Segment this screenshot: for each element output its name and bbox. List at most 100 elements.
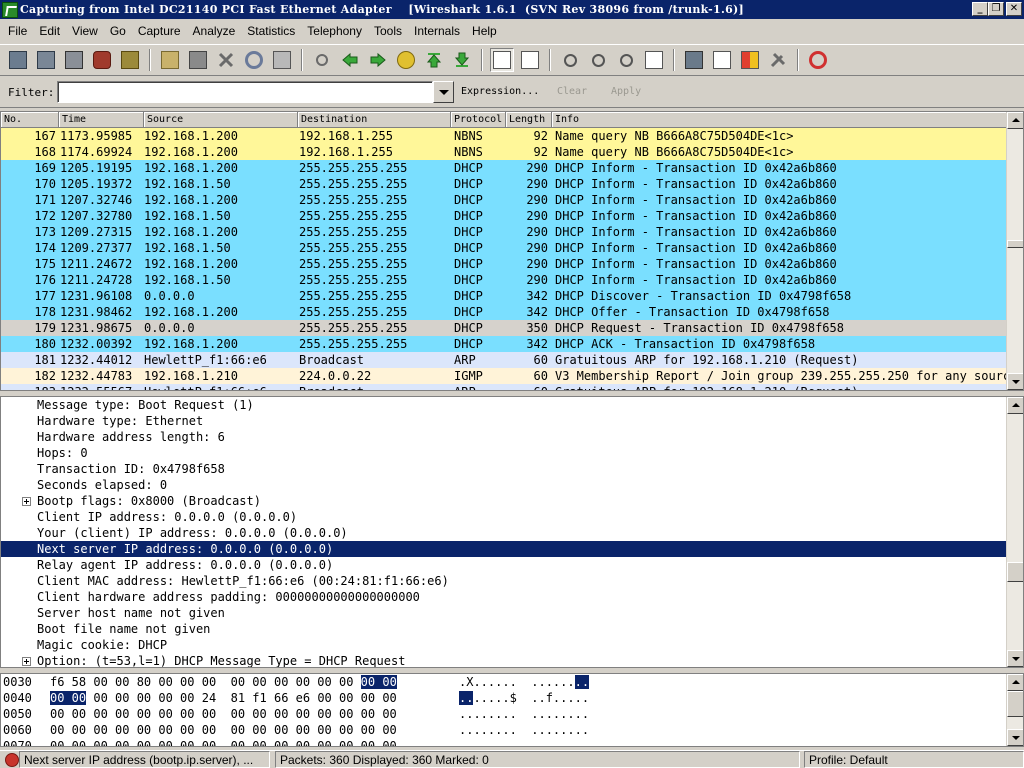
filter-dropdown-button[interactable] — [433, 81, 454, 103]
menu-edit[interactable]: Edit — [33, 21, 66, 41]
packet-list-scrollbar[interactable] — [1006, 112, 1023, 390]
menu-telephony[interactable]: Telephony — [301, 21, 368, 41]
expression-button[interactable]: Expression... — [461, 86, 539, 97]
bytes-hex[interactable]: 00 00 00 00 00 00 00 00 00 00 00 00 00 0… — [50, 706, 397, 722]
column-header-protocol[interactable]: Protocol — [451, 112, 506, 128]
column-header-time[interactable]: Time — [59, 112, 144, 128]
detail-row[interactable]: Option: (t=53,l=1) DHCP Message Type = D… — [1, 653, 1007, 667]
coloring-rules-button[interactable] — [738, 48, 762, 72]
detail-row[interactable]: Your (client) IP address: 0.0.0.0 (0.0.0… — [1, 525, 1007, 541]
bytes-hex[interactable]: f6 58 00 00 80 00 00 00 00 00 00 00 00 0… — [50, 674, 397, 690]
packet-row[interactable]: 176 1211.24728 192.168.1.50 255.255.255.255… — [1, 272, 1007, 288]
stop-capture-button[interactable] — [90, 48, 114, 72]
packet-row[interactable]: 173 1209.27315 192.168.1.200 255.255.255.25… — [1, 224, 1007, 240]
close-button[interactable]: ✕ — [1006, 2, 1022, 16]
zoom-normal-button[interactable] — [614, 48, 638, 72]
clear-button[interactable]: Clear — [557, 86, 587, 97]
scroll-thumb[interactable] — [1007, 562, 1023, 582]
close-file-button[interactable] — [214, 48, 238, 72]
menu-go[interactable]: Go — [104, 21, 132, 41]
detail-row[interactable]: Client MAC address: HewlettP_f1:66:e6 (0… — [1, 573, 1007, 589]
detail-row[interactable]: Message type: Boot Request (1) — [1, 397, 1007, 413]
bytes-ascii[interactable]: ........ ........ — [459, 722, 589, 738]
menu-view[interactable]: View — [66, 21, 104, 41]
menu-capture[interactable]: Capture — [132, 21, 187, 41]
menu-help[interactable]: Help — [466, 21, 503, 41]
column-header-length[interactable]: Length — [506, 112, 552, 128]
packet-row[interactable]: 172 1207.32780 192.168.1.50 255.255.255.255… — [1, 208, 1007, 224]
zoom-out-button[interactable] — [586, 48, 610, 72]
detail-row[interactable]: Transaction ID: 0x4798f658 — [1, 461, 1007, 477]
bytes-ascii[interactable]: ........ ........ — [459, 738, 589, 746]
bytes-hex[interactable]: 00 00 00 00 00 00 00 00 00 00 00 00 00 0… — [50, 722, 397, 738]
column-header-destination[interactable]: Destination — [298, 112, 451, 128]
bytes-hex[interactable]: 00 00 00 00 00 00 00 00 00 00 00 00 00 0… — [50, 738, 397, 746]
packet-row[interactable]: 1831232.55567HewlettP_f1:66:e6BroadcastA… — [1, 384, 1007, 390]
packet-row[interactable]: 174 1209.27377 192.168.1.50 255.255.255.255… — [1, 240, 1007, 256]
restart-capture-button[interactable] — [118, 48, 142, 72]
expand-plus-icon[interactable] — [22, 497, 31, 506]
detail-row[interactable]: Next server IP address: 0.0.0.0 (0.0.0.0… — [1, 541, 1007, 557]
packet-row[interactable]: 180 1232.00392 192.168.1.200 255.255.255.25… — [1, 336, 1007, 352]
bytes-ascii[interactable]: .X...... ........ — [459, 674, 590, 690]
bytes-ascii[interactable]: .......$ ..f..... — [459, 690, 589, 706]
menu-analyze[interactable]: Analyze — [187, 21, 242, 41]
save-file-button[interactable] — [186, 48, 210, 72]
status-profile[interactable]: Profile: Default — [804, 751, 1024, 768]
capture-filters-button[interactable] — [682, 48, 706, 72]
bytes-scrollbar[interactable] — [1006, 674, 1023, 746]
menu-file[interactable]: File — [2, 21, 33, 41]
detail-row[interactable]: Relay agent IP address: 0.0.0.0 (0.0.0.0… — [1, 557, 1007, 573]
display-filters-button[interactable] — [710, 48, 734, 72]
menu-internals[interactable]: Internals — [408, 21, 466, 41]
colorize-button[interactable] — [490, 48, 514, 72]
bytes-ascii[interactable]: ........ ........ — [459, 706, 589, 722]
maximize-button[interactable]: ❐ — [988, 2, 1004, 16]
expand-plus-icon[interactable] — [22, 657, 31, 666]
start-capture-button[interactable] — [62, 48, 86, 72]
scroll-down-button[interactable] — [1007, 650, 1023, 667]
go-first-button[interactable] — [422, 48, 446, 72]
detail-row[interactable]: Server host name not given — [1, 605, 1007, 621]
print-button[interactable] — [270, 48, 294, 72]
details-scrollbar[interactable] — [1006, 397, 1023, 667]
detail-row[interactable]: Hardware type: Ethernet — [1, 413, 1007, 429]
minimize-button[interactable]: _ — [972, 2, 988, 16]
detail-row[interactable]: Client IP address: 0.0.0.0 (0.0.0.0) — [1, 509, 1007, 525]
detail-row[interactable]: Boot file name not given — [1, 621, 1007, 637]
apply-button[interactable]: Apply — [611, 86, 641, 97]
interface-list-button[interactable] — [6, 48, 30, 72]
packet-row[interactable]: 168 1174.69924 192.168.1.200 192.168.1.255 N… — [1, 144, 1007, 160]
go-forward-button[interactable] — [366, 48, 390, 72]
packet-bytes-pane[interactable]: 008000 00 00 00 00 00 00 00 00 00 00 00 … — [0, 673, 1024, 747]
packet-row[interactable]: 177 1231.96108 0.0.0.0 255.255.255.255 DHCP 3… — [1, 288, 1007, 304]
packet-row[interactable]: 182 1232.44783 192.168.1.210 224.0.0.22 IGMP… — [1, 368, 1007, 384]
help-button[interactable] — [806, 48, 830, 72]
scroll-thumb[interactable] — [1007, 240, 1023, 248]
detail-row[interactable]: Client hardware address padding: 0000000… — [1, 589, 1007, 605]
capture-options-button[interactable] — [34, 48, 58, 72]
filter-input[interactable] — [57, 81, 433, 103]
menu-tools[interactable]: Tools — [368, 21, 408, 41]
detail-row[interactable]: Hops: 0 — [1, 445, 1007, 461]
detail-row[interactable]: Seconds elapsed: 0 — [1, 477, 1007, 493]
packet-row[interactable]: 170 1205.19372 192.168.1.50 255.255.255.255… — [1, 176, 1007, 192]
menu-statistics[interactable]: Statistics — [241, 21, 301, 41]
packet-list-pane[interactable]: No. Time Source Destination Protocol Length In… — [0, 111, 1024, 391]
scroll-down-button[interactable] — [1007, 373, 1023, 390]
packet-row[interactable]: 167 1173.95985 192.168.1.200 192.168.1.255 N… — [1, 128, 1007, 144]
packet-details-pane[interactable]: Option: (t=53,l=1) DHCP Message Type = D… — [0, 396, 1024, 668]
scroll-thumb[interactable] — [1007, 691, 1023, 717]
detail-row[interactable]: Bootp flags: 0x8000 (Broadcast) — [1, 493, 1007, 509]
packet-row[interactable]: 171 1207.32746 192.168.1.200 255.255.255.25… — [1, 192, 1007, 208]
scroll-up-button[interactable] — [1007, 112, 1023, 129]
reload-button[interactable] — [242, 48, 266, 72]
packet-row[interactable]: 179 1231.98675 0.0.0.0 255.255.255.255 DHCP 3… — [1, 320, 1007, 336]
find-packet-button[interactable] — [310, 48, 334, 72]
auto-scroll-button[interactable] — [518, 48, 542, 72]
go-to-packet-button[interactable] — [394, 48, 418, 72]
detail-row[interactable]: Magic cookie: DHCP — [1, 637, 1007, 653]
packet-row[interactable]: 169 1205.19195 192.168.1.200 255.255.255.25… — [1, 160, 1007, 176]
go-last-button[interactable] — [450, 48, 474, 72]
resize-columns-button[interactable] — [642, 48, 666, 72]
